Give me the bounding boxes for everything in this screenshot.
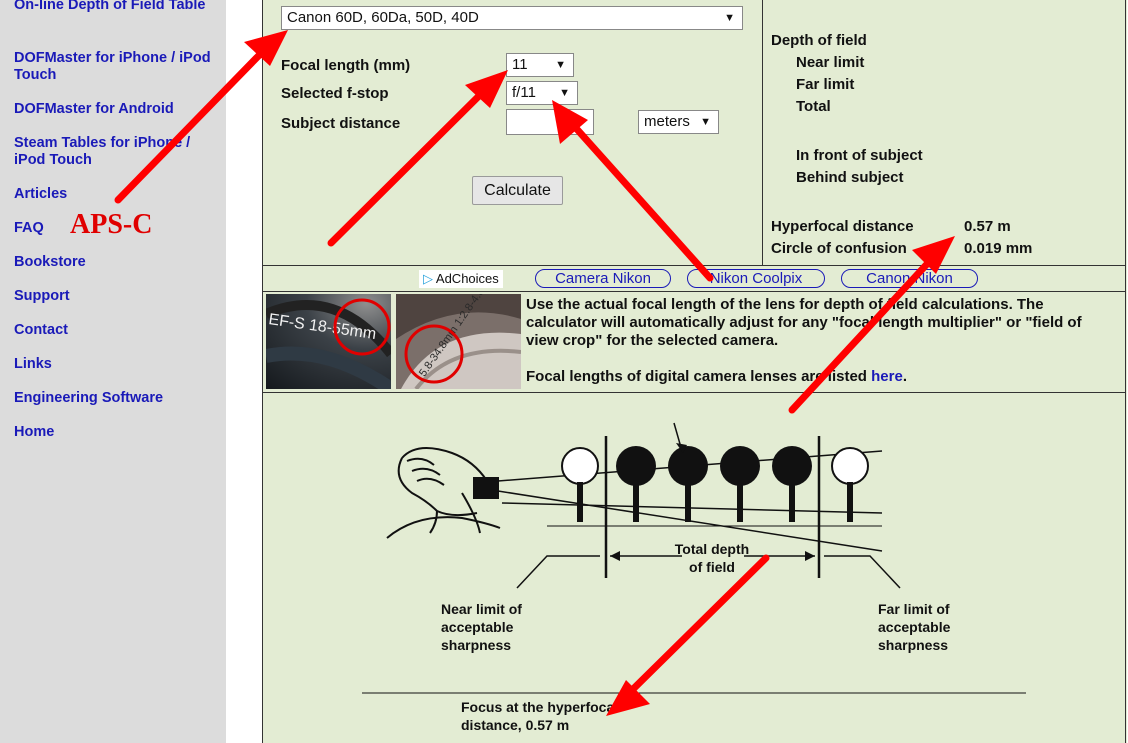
calculate-button[interactable]: Calculate: [472, 176, 563, 205]
focal-length-value: 11: [512, 56, 528, 73]
far-limit-diagram-label: Far limit of acceptable sharpness: [878, 601, 951, 653]
dropdown-arrow-icon: ▼: [724, 12, 735, 24]
sidebar-link-faq[interactable]: FAQ: [14, 220, 54, 237]
sidebar-link-contact[interactable]: Contact: [14, 322, 219, 339]
coc-value: 0.019 mm: [964, 240, 1033, 257]
hyperfocal-label: Hyperfocal distance: [771, 218, 914, 235]
sidebar-link-engineering-software[interactable]: Engineering Software: [14, 390, 219, 407]
info-lenses-period: .: [902, 368, 907, 385]
total-dof-label: Total depth of field: [674, 541, 750, 575]
row-divider-2: [262, 291, 1126, 292]
sidebar-link-dof-table[interactable]: On-line Depth of Field Table: [14, 0, 219, 14]
distance-unit-value: meters: [644, 113, 690, 130]
camera-select-value: Canon 60D, 60Da, 50D, 40D: [287, 9, 479, 26]
diagram-caption: Focus at the hyperfocal distance, 0.57 m: [461, 699, 619, 733]
subject-distance-input[interactable]: [506, 109, 594, 135]
sidebar-link-dofmaster-android[interactable]: DOFMaster for Android: [14, 101, 219, 118]
dropdown-arrow-icon: ▼: [559, 87, 570, 99]
sidebar: On-line Depth of Field Table DOFMaster f…: [0, 0, 226, 743]
fstop-label: Selected f-stop: [281, 85, 389, 102]
subject-distance-label: Subject distance: [281, 115, 401, 132]
focal-length-label: Focal length (mm): [281, 57, 411, 74]
far-limit-label: Far limit: [796, 76, 855, 93]
dof-heading: Depth of field: [771, 32, 867, 49]
sidebar-link-bookstore[interactable]: Bookstore: [14, 254, 219, 271]
trees-illustration: [561, 446, 869, 522]
lens-photo-coolpix: 5.8-34.8mm 1:2.8-4.8: [396, 294, 521, 389]
row-divider-1: [262, 265, 1126, 266]
results-divider: [762, 0, 763, 265]
in-front-label: In front of subject: [796, 147, 923, 164]
sidebar-link-steam-tables[interactable]: Steam Tables for iPhone / iPod Touch: [14, 135, 219, 169]
info-paragraph: Use the actual focal length of the lens …: [526, 296, 1082, 349]
dropdown-arrow-icon: ▼: [700, 116, 711, 128]
coc-label: Circle of confusion: [771, 240, 907, 257]
near-limit-diagram-label: Near limit of acceptable sharpness: [441, 601, 522, 653]
hyperfocal-value: 0.57 m: [964, 218, 1011, 235]
sidebar-link-articles[interactable]: Articles: [14, 186, 219, 203]
fstop-select[interactable]: f/11 ▼: [506, 81, 578, 105]
photographer-illustration: [386, 447, 501, 539]
info-paragraph-lenses: Focal lengths of digital camera lenses a…: [526, 368, 1116, 386]
adchoices-label: AdChoices: [435, 271, 499, 286]
aps-c-annotation: APS-C: [70, 209, 153, 240]
camera-select[interactable]: Canon 60D, 60Da, 50D, 40D ▼: [281, 6, 743, 30]
dropdown-arrow-icon: ▼: [555, 59, 566, 71]
ad-link-canon-nikon[interactable]: Canon Nikon: [841, 269, 978, 288]
here-link[interactable]: here: [871, 368, 903, 385]
ad-link-nikon-coolpix[interactable]: Nikon Coolpix: [687, 269, 825, 288]
adchoices-badge[interactable]: ▷ AdChoices: [419, 270, 503, 288]
fstop-value: f/11: [512, 84, 536, 101]
sidebar-link-support[interactable]: Support: [14, 288, 219, 305]
lens-photo-ef-s: EF-S 18-55mm: [266, 294, 391, 389]
distance-unit-select[interactable]: meters ▼: [638, 110, 719, 134]
info-lenses-text: Focal lengths of digital camera lenses a…: [526, 368, 872, 385]
total-label: Total: [796, 98, 831, 115]
near-limit-label: Near limit: [796, 54, 865, 71]
info-text: Use the actual focal length of the lens …: [526, 296, 1116, 386]
ad-link-camera-nikon[interactable]: Camera Nikon: [535, 269, 671, 288]
sidebar-link-links[interactable]: Links: [14, 356, 219, 373]
sidebar-link-dofmaster-iphone[interactable]: DOFMaster for iPhone / iPod Touch: [14, 50, 219, 84]
behind-label: Behind subject: [796, 169, 904, 186]
sidebar-link-home[interactable]: Home: [14, 424, 219, 441]
focal-length-select[interactable]: 11 ▼: [506, 53, 574, 77]
adchoices-icon: ▷: [423, 271, 433, 286]
